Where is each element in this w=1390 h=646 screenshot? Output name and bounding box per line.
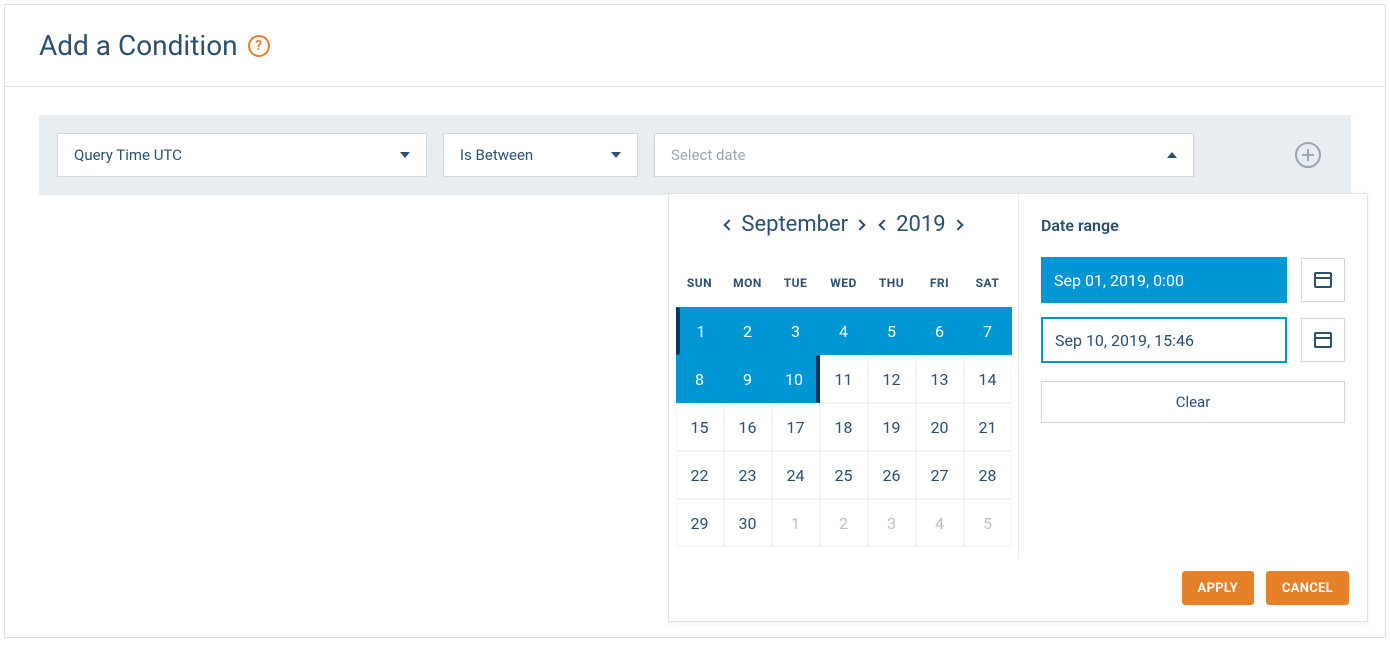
calendar-day[interactable]: 1	[676, 307, 724, 355]
date-picker-popover: September 2019 SUNMONTUEWEDTHUFRISAT1234…	[668, 193, 1368, 622]
calendar-day[interactable]: 14	[964, 355, 1012, 403]
calendar-day[interactable]: 4	[820, 307, 868, 355]
calendar-day[interactable]: 28	[964, 451, 1012, 499]
page-title-text: Add a Condition	[39, 29, 238, 62]
calendar-dow: FRI	[916, 259, 964, 307]
date-range-pane: Date range Sep 01, 2019, 0:00 Sep 10, 20…	[1019, 194, 1367, 559]
page-title: Add a Condition ?	[39, 29, 270, 62]
calendar-day[interactable]: 29	[676, 499, 724, 547]
clear-button[interactable]: Clear	[1041, 381, 1345, 423]
apply-button[interactable]: APPLY	[1182, 571, 1254, 605]
range-to-calendar-button[interactable]	[1301, 318, 1345, 362]
calendar-day[interactable]: 11	[820, 355, 868, 403]
calendar-day[interactable]: 13	[916, 355, 964, 403]
calendar-day[interactable]: 6	[916, 307, 964, 355]
calendar-day[interactable]: 19	[868, 403, 916, 451]
calendar-dow: SUN	[676, 259, 724, 307]
calendar-header: September 2019	[669, 212, 1018, 237]
caret-up-icon	[1167, 152, 1177, 158]
calendar-icon	[1314, 272, 1332, 288]
calendar-day: 1	[772, 499, 820, 547]
calendar-icon	[1314, 332, 1332, 348]
calendar-day[interactable]: 3	[772, 307, 820, 355]
field-dropdown-label: Query Time UTC	[74, 146, 182, 164]
calendar-day[interactable]: 5	[868, 307, 916, 355]
next-month-button[interactable]	[854, 219, 865, 230]
calendar-dow: WED	[820, 259, 868, 307]
operator-dropdown[interactable]: Is Between	[443, 133, 638, 177]
range-from-input[interactable]: Sep 01, 2019, 0:00	[1041, 257, 1287, 303]
calendar-month-label: September	[741, 212, 848, 237]
calendar-year-label: 2019	[896, 212, 945, 237]
calendar-day: 4	[916, 499, 964, 547]
calendar-day[interactable]: 16	[724, 403, 772, 451]
plus-icon	[1295, 142, 1321, 168]
calendar-grid: SUNMONTUEWEDTHUFRISAT1234567891011121314…	[669, 259, 1018, 547]
range-from-calendar-button[interactable]	[1301, 258, 1345, 302]
calendar-day[interactable]: 8	[676, 355, 724, 403]
prev-year-button[interactable]	[878, 219, 889, 230]
calendar-day[interactable]: 7	[964, 307, 1012, 355]
calendar-day[interactable]: 26	[868, 451, 916, 499]
help-icon[interactable]: ?	[248, 35, 270, 57]
calendar-day[interactable]: 9	[724, 355, 772, 403]
calendar-day[interactable]: 22	[676, 451, 724, 499]
calendar-dow: THU	[868, 259, 916, 307]
calendar-day[interactable]: 10	[772, 355, 820, 403]
range-to-input[interactable]: Sep 10, 2019, 15:46	[1041, 317, 1287, 363]
prev-month-button[interactable]	[724, 219, 735, 230]
date-dropdown[interactable]: Select date	[654, 133, 1194, 177]
calendar-day[interactable]: 17	[772, 403, 820, 451]
calendar-day[interactable]: 24	[772, 451, 820, 499]
range-to-value: Sep 10, 2019, 15:46	[1055, 331, 1194, 350]
calendar-day: 5	[964, 499, 1012, 547]
add-condition-button[interactable]	[1283, 133, 1333, 177]
calendar-day[interactable]: 21	[964, 403, 1012, 451]
calendar-dow: TUE	[772, 259, 820, 307]
calendar-day[interactable]: 2	[724, 307, 772, 355]
calendar-day[interactable]: 25	[820, 451, 868, 499]
calendar-day: 3	[868, 499, 916, 547]
calendar-day[interactable]: 27	[916, 451, 964, 499]
calendar-dow: MON	[724, 259, 772, 307]
date-range-title: Date range	[1041, 216, 1345, 235]
calendar-day[interactable]: 20	[916, 403, 964, 451]
calendar-day: 2	[820, 499, 868, 547]
next-year-button[interactable]	[952, 219, 963, 230]
calendar-dow: SAT	[964, 259, 1012, 307]
date-dropdown-placeholder: Select date	[671, 146, 745, 164]
calendar-day[interactable]: 15	[676, 403, 724, 451]
caret-down-icon	[611, 152, 621, 158]
calendar-day[interactable]: 18	[820, 403, 868, 451]
condition-row: Query Time UTC Is Between Select date	[39, 115, 1351, 195]
calendar-day[interactable]: 30	[724, 499, 772, 547]
calendar-day[interactable]: 23	[724, 451, 772, 499]
calendar-day[interactable]: 12	[868, 355, 916, 403]
caret-down-icon	[400, 152, 410, 158]
calendar: September 2019 SUNMONTUEWEDTHUFRISAT1234…	[669, 194, 1019, 559]
header-divider	[5, 86, 1385, 87]
picker-footer: APPLY CANCEL	[669, 559, 1367, 621]
operator-dropdown-label: Is Between	[460, 146, 533, 164]
cancel-button[interactable]: CANCEL	[1266, 571, 1349, 605]
field-dropdown[interactable]: Query Time UTC	[57, 133, 427, 177]
range-from-value: Sep 01, 2019, 0:00	[1054, 271, 1184, 290]
